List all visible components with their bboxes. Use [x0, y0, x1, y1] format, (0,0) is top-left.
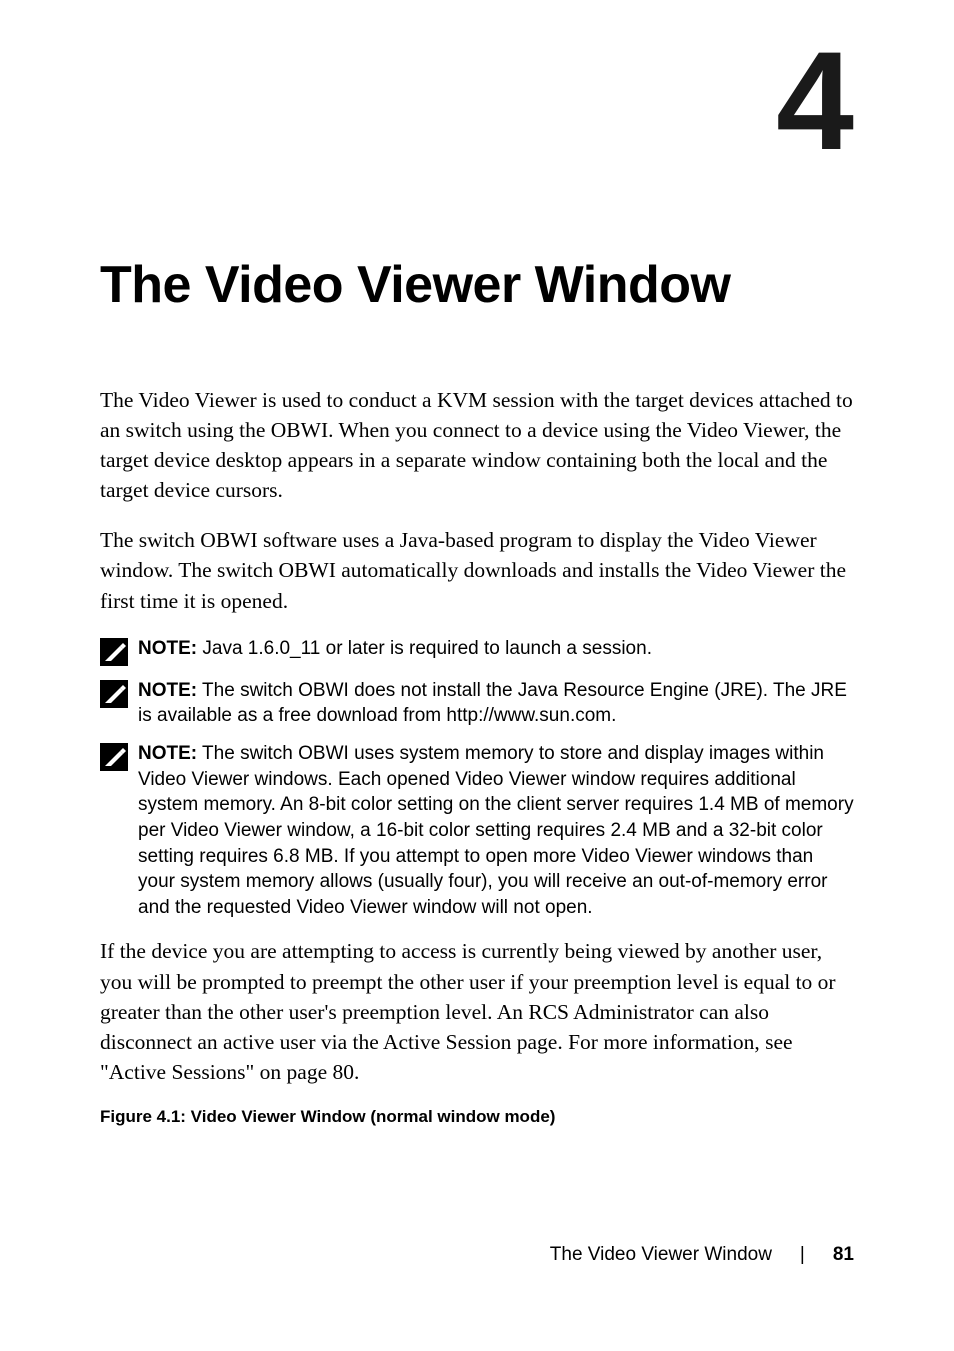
- footer-section-name: The Video Viewer Window: [550, 1244, 772, 1266]
- note-block-3: NOTE: The switch OBWI uses system memory…: [100, 741, 854, 920]
- body-paragraph-1: The Video Viewer is used to conduct a KV…: [100, 385, 854, 505]
- chapter-number: 4: [776, 20, 854, 182]
- note-content-3: The switch OBWI uses system memory to st…: [138, 743, 854, 918]
- pencil-note-icon: [100, 680, 128, 708]
- note-block-1: NOTE: Java 1.6.0_11 or later is required…: [100, 636, 854, 666]
- body-paragraph-3: If the device you are attempting to acce…: [100, 936, 854, 1086]
- note-label: NOTE:: [138, 680, 197, 701]
- pencil-note-icon: [100, 743, 128, 771]
- note-content-2: The switch OBWI does not install the Jav…: [138, 680, 847, 727]
- note-content-1: Java 1.6.0_11 or later is required to la…: [197, 638, 652, 659]
- body-paragraph-2: The switch OBWI software uses a Java-bas…: [100, 525, 854, 615]
- note-label: NOTE:: [138, 638, 197, 659]
- note-text-2: NOTE: The switch OBWI does not install t…: [138, 678, 854, 729]
- note-text-1: NOTE: Java 1.6.0_11 or later is required…: [138, 636, 652, 662]
- note-label: NOTE:: [138, 743, 197, 764]
- page-title: The Video Viewer Window: [100, 255, 854, 315]
- note-block-2: NOTE: The switch OBWI does not install t…: [100, 678, 854, 729]
- footer-divider: |: [800, 1244, 805, 1266]
- figure-caption: Figure 4.1: Video Viewer Window (normal …: [100, 1107, 854, 1127]
- pencil-note-icon: [100, 638, 128, 666]
- page-footer: The Video Viewer Window | 81: [550, 1244, 854, 1266]
- page-number: 81: [833, 1244, 854, 1266]
- note-text-3: NOTE: The switch OBWI uses system memory…: [138, 741, 854, 920]
